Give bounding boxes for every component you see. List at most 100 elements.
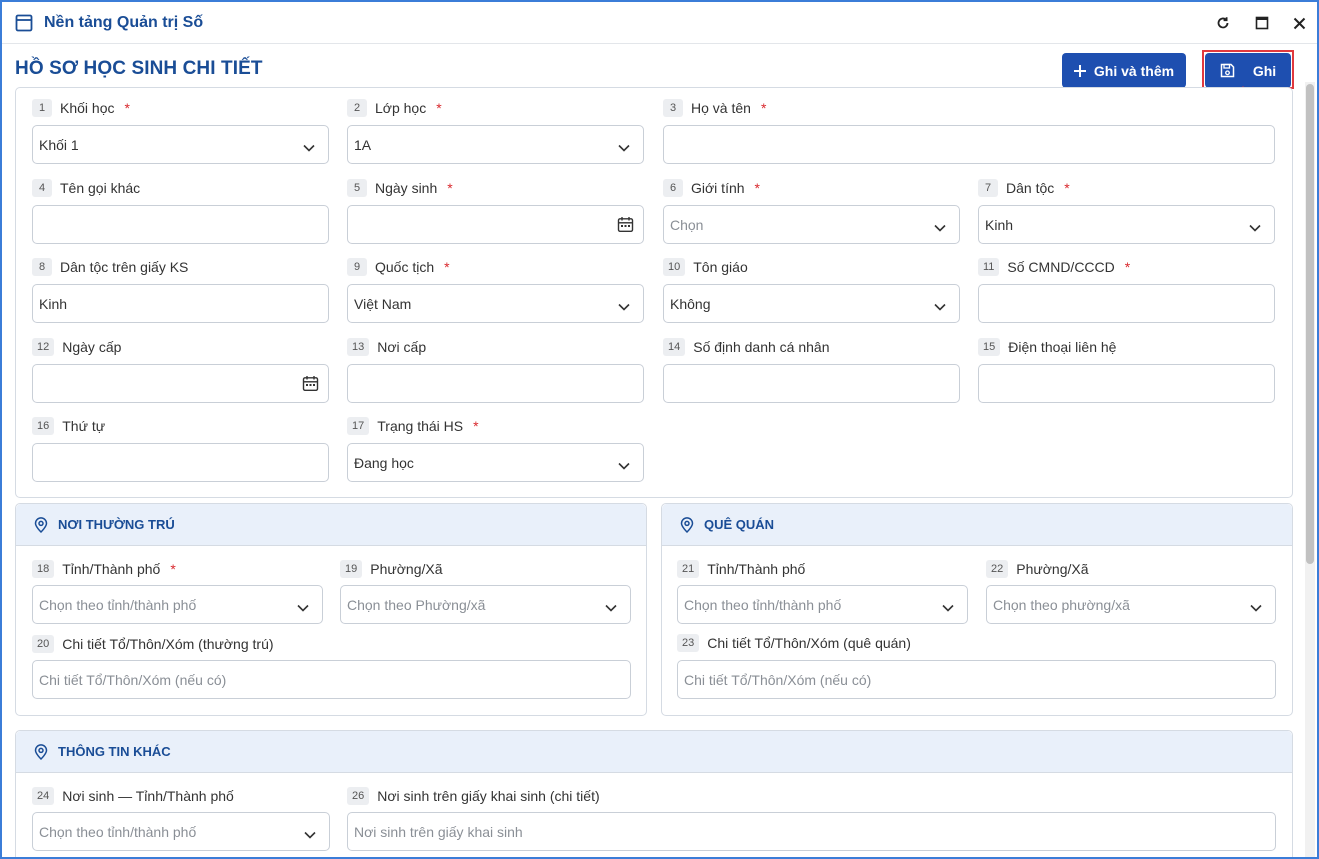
tinh-thanh-pho-label: Tỉnh/Thành phố (62, 561, 161, 577)
field-gioi-tinh: 6 Giới tính * Chọn (663, 179, 960, 245)
field-number-badge: 24 (32, 787, 55, 805)
ngay-cap-date-input[interactable] (32, 364, 329, 403)
ho-va-ten-input[interactable] (663, 125, 1275, 164)
noi-cap-input[interactable] (347, 364, 644, 403)
dan-toc-tren-giay-ks-label: Dân tộc trên giấy KS (60, 259, 189, 275)
chevron-down-icon[interactable] (942, 599, 954, 615)
chi-tiet-to-thon-xom-thuong-tru-label-row: 20 Chi tiết Tổ/Thôn/Xóm (thường trú) (32, 635, 274, 653)
ngay-sinh-date-input[interactable] (347, 205, 644, 244)
chi-tiet-to-thon-xom-thuong-tru-input[interactable]: Chi tiết Tổ/Thôn/Xóm (nếu có) (32, 660, 631, 699)
lop-hoc-label: Lớp học (375, 100, 427, 116)
quoc-tich-label-row: 9 Quốc tịch * (347, 258, 450, 276)
field-so-cmnd-cccd: 11 Số CMND/CCCD * (978, 258, 1275, 324)
field-thu-tu: 16 Thứ tự (32, 417, 329, 483)
dan-toc-select[interactable]: Kinh (978, 205, 1275, 244)
gioi-tinh-select[interactable]: Chọn (663, 205, 960, 244)
app-window: Nền tảng Quản trị Số HỒ SƠ HỌC SINH CHI … (0, 0, 1319, 859)
scrollbar[interactable] (1305, 82, 1315, 857)
chevron-down-icon[interactable] (934, 298, 946, 314)
chevron-down-icon[interactable] (934, 219, 946, 235)
field-dien-thoai-lien-he: 15 Điện thoại liên hệ (978, 338, 1275, 404)
thu-tu-input[interactable] (32, 443, 329, 482)
field-number-badge: 7 (978, 179, 998, 197)
lop-hoc-value: 1A (354, 136, 372, 153)
chevron-down-icon[interactable] (618, 457, 630, 473)
tinh-thanh-pho-label: Tỉnh/Thành phố (707, 561, 806, 577)
chi-tiet-to-thon-xom-thuong-tru-placeholder: Chi tiết Tổ/Thôn/Xóm (nếu có) (39, 671, 227, 688)
field-phuong-xa: 22 Phường/Xã Chọn theo phường/xã (986, 560, 1276, 625)
refresh-icon[interactable] (1213, 13, 1233, 33)
ngay-sinh-label-row: 5 Ngày sinh * (347, 179, 453, 197)
so-dinh-danh-ca-nhan-input[interactable] (663, 364, 960, 403)
chevron-down-icon[interactable] (304, 826, 316, 842)
field-quoc-tich: 9 Quốc tịch * Việt Nam (347, 258, 644, 324)
lop-hoc-select[interactable]: 1A (347, 125, 644, 164)
hometown-header: QUÊ QUÁN (662, 504, 1292, 546)
chevron-down-icon[interactable] (618, 139, 630, 155)
dan-toc-label: Dân tộc (1006, 180, 1055, 196)
chevron-down-icon[interactable] (1249, 219, 1261, 235)
plus-icon (1073, 64, 1086, 77)
noi-sinh-tinh-thanh-pho-label: Nơi sinh — Tỉnh/Thành phố (62, 788, 234, 804)
window-title: Nền tảng Quản trị Số (44, 14, 204, 31)
save-and-add-button[interactable]: Ghi và thêm (1062, 53, 1186, 88)
dan-toc-tren-giay-ks-label-row: 8 Dân tộc trên giấy KS (32, 258, 188, 276)
required-asterisk: * (473, 418, 479, 434)
so-cmnd-cccd-input[interactable] (978, 284, 1275, 323)
chi-tiet-to-thon-xom-que-quan-input[interactable]: Chi tiết Tổ/Thôn/Xóm (nếu có) (677, 660, 1276, 699)
field-number-badge: 15 (978, 338, 1001, 356)
ten-goi-khac-label-row: 4 Tên gọi khác (32, 179, 140, 197)
field-number-badge: 21 (677, 560, 700, 578)
noi-sinh-tren-giay-khai-sinh-chi-tiet-input[interactable]: Nơi sinh trên giấy khai sinh (347, 812, 1276, 851)
quoc-tich-value: Việt Nam (354, 295, 412, 312)
ten-goi-khac-input[interactable] (32, 205, 329, 244)
field-number-badge: 11 (978, 258, 1000, 276)
field-number-badge: 9 (347, 258, 367, 276)
ton-giao-select[interactable]: Không (663, 284, 960, 323)
save-label: Ghi (1252, 62, 1277, 79)
chevron-down-icon[interactable] (1250, 599, 1262, 615)
chi-tiet-to-thon-xom-que-quan-label: Chi tiết Tổ/Thôn/Xóm (quê quán) (707, 635, 911, 651)
field-number-badge: 22 (986, 560, 1009, 578)
khoi-hoc-select[interactable]: Khối 1 (32, 125, 329, 164)
field-ten-goi-khac: 4 Tên gọi khác (32, 179, 329, 245)
trang-thai-hs-select[interactable]: Đang học (347, 443, 644, 482)
dien-thoai-lien-he-label-row: 15 Điện thoại liên hệ (978, 338, 1116, 356)
maximize-icon[interactable] (1252, 13, 1272, 33)
chevron-down-icon[interactable] (605, 599, 617, 615)
location-pin-icon (34, 743, 48, 760)
dan-toc-tren-giay-ks-input[interactable]: Kinh (32, 284, 329, 323)
ho-va-ten-label: Họ và tên (691, 100, 751, 116)
dien-thoai-lien-he-input[interactable] (978, 364, 1275, 403)
dan-toc-value: Kinh (985, 216, 1014, 233)
calendar-icon[interactable] (617, 216, 634, 236)
tinh-thanh-pho-select[interactable]: Chọn theo tỉnh/thành phố (677, 585, 968, 624)
field-lop-hoc: 2 Lớp học * 1A (347, 99, 644, 165)
close-icon[interactable] (1289, 13, 1309, 33)
chi-tiet-to-thon-xom-que-quan-label-row: 23 Chi tiết Tổ/Thôn/Xóm (quê quán) (677, 634, 911, 652)
permanent-address-title: NƠI THƯỜNG TRÚ (58, 517, 175, 532)
tinh-thanh-pho-select[interactable]: Chọn theo tỉnh/thành phố (32, 585, 323, 624)
calendar-icon[interactable] (302, 375, 319, 395)
chevron-down-icon[interactable] (618, 298, 630, 314)
permanent-address-header: NƠI THƯỜNG TRÚ (16, 504, 646, 546)
scrollbar-thumb[interactable] (1306, 84, 1314, 564)
chi-tiet-to-thon-xom-thuong-tru-label: Chi tiết Tổ/Thôn/Xóm (thường trú) (62, 636, 274, 652)
ton-giao-label-row: 10 Tôn giáo (663, 258, 748, 276)
noi-sinh-tinh-thanh-pho-select[interactable]: Chọn theo tỉnh/thành phố (32, 812, 330, 851)
phuong-xa-label: Phường/Xã (1016, 561, 1089, 577)
phuong-xa-select[interactable]: Chọn theo Phường/xã (340, 585, 631, 624)
field-ton-giao: 10 Tôn giáo Không (663, 258, 960, 324)
quoc-tich-select[interactable]: Việt Nam (347, 284, 644, 323)
phuong-xa-select[interactable]: Chọn theo phường/xã (986, 585, 1276, 624)
save-button[interactable]: Ghi (1205, 53, 1291, 88)
quoc-tich-label: Quốc tịch (375, 259, 435, 275)
chevron-down-icon[interactable] (303, 139, 315, 155)
page-title: HỒ SƠ HỌC SINH CHI TIẾT (15, 58, 263, 79)
field-number-badge: 1 (32, 99, 52, 117)
dan-toc-label-row: 7 Dân tộc * (978, 179, 1070, 197)
field-chi-tiet-to-thon-xom-thuong-tru: 20 Chi tiết Tổ/Thôn/Xóm (thường trú) Chi t… (32, 635, 631, 700)
chevron-down-icon[interactable] (297, 599, 309, 615)
required-asterisk: * (444, 259, 450, 275)
field-number-badge: 13 (347, 338, 370, 356)
